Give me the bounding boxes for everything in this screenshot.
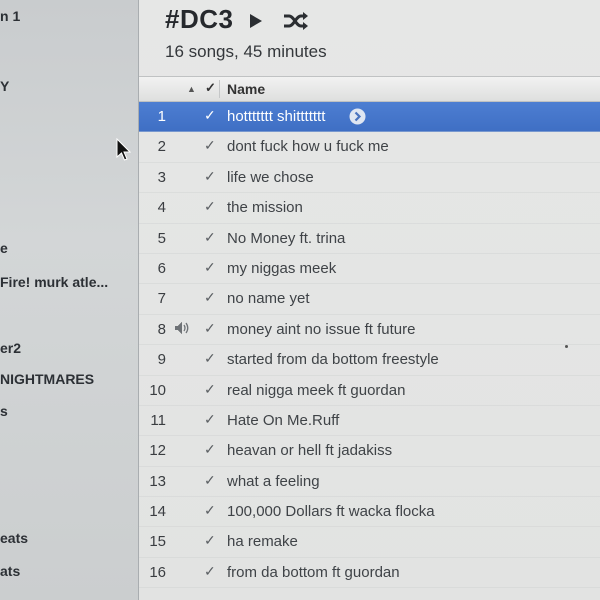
table-row[interactable]: 9 ✓ started from da bottom freestyle [139,345,600,376]
column-name[interactable]: Name [227,81,265,97]
check-icon[interactable]: ✓ [204,441,216,458]
sidebar-item[interactable]: e [0,240,8,256]
track-number: 8 [157,320,166,338]
arrow-circle-icon[interactable] [349,108,366,125]
sidebar-item[interactable]: Fire! murk atle... [0,274,108,290]
song-title: the mission [227,199,303,217]
table-row[interactable]: 16 ✓ from da bottom ft guordan [139,558,600,589]
check-icon[interactable]: ✓ [204,168,216,185]
song-title: 100,000 Dollars ft wacka flocka [227,503,435,521]
track-number: 3 [157,168,166,186]
song-title: my niggas meek [227,259,337,277]
track-number: 10 [149,381,166,399]
sidebar-item[interactable]: NIGHTMARES [0,371,94,387]
track-number: 15 [149,533,166,551]
column-header: ▲ ✓ Name [139,76,600,102]
song-title: No Money ft. trina [227,229,346,247]
table-row[interactable]: 4 ✓ the mission [139,193,600,224]
track-number: 14 [149,503,166,521]
table-row[interactable]: 2 ✓ dont fuck how u fuck me [139,132,600,163]
track-number: 2 [157,138,166,156]
track-number: 9 [157,351,166,369]
song-title: Hate On Me.Ruff [227,411,340,429]
table-row[interactable]: 5 ✓ No Money ft. trina [139,224,600,254]
table-row[interactable]: 11 ✓ Hate On Me.Ruff [139,406,600,437]
song-title: started from da bottom freestyle [227,351,439,369]
table-row[interactable]: 13 ✓ what a feeling [139,467,600,498]
song-title: dont fuck how u fuck me [227,138,389,156]
column-divider [219,80,220,98]
sidebar-item[interactable]: n 1 [0,8,20,24]
check-icon[interactable]: ✓ [204,411,216,428]
column-check[interactable]: ✓ [205,80,216,96]
main-pane: #DC3 16 songs, 45 minutes ▲ ✓ Name 1 ✓ h… [139,0,600,600]
song-title: ha remake [227,533,298,551]
song-title: what a feeling [227,472,320,490]
check-icon[interactable]: ✓ [204,563,216,580]
sidebar: n 1 Y e Fire! murk atle... er2 NIGHTMARE… [0,0,139,600]
playlist-title: #DC3 [165,4,234,34]
check-icon[interactable]: ✓ [204,350,216,367]
check-icon[interactable]: ✓ [204,320,216,337]
playlist-header: #DC3 16 songs, 45 minutes [139,0,600,72]
track-number: 4 [157,199,166,217]
check-icon[interactable]: ✓ [204,289,216,306]
speaker-icon [174,321,190,340]
table-row[interactable]: 12 ✓ heavan or hell ft jadakiss [139,436,600,467]
track-number: 16 [149,563,166,581]
check-icon[interactable]: ✓ [204,107,216,124]
check-icon[interactable]: ✓ [204,137,216,154]
check-icon[interactable]: ✓ [204,532,216,549]
sidebar-item[interactable]: eats [0,530,28,546]
table-row[interactable]: 1 ✓ hottttttt shittttttt [139,102,600,133]
song-list: 1 ✓ hottttttt shittttttt 2 ✓ dont fuck h… [139,102,600,589]
shuffle-icon[interactable] [283,11,309,36]
check-icon[interactable]: ✓ [204,472,216,489]
play-icon[interactable] [249,13,263,34]
table-row[interactable]: 6 ✓ my niggas meek [139,254,600,285]
song-title: life we chose [227,168,314,186]
mouse-pointer-icon [116,137,132,167]
song-title: no name yet [227,290,310,308]
table-row[interactable]: 15 ✓ ha remake [139,527,600,558]
song-title: real nigga meek ft guordan [227,381,406,399]
sort-ascending-icon[interactable]: ▲ [187,84,196,94]
song-title: heavan or hell ft jadakiss [227,442,393,460]
sidebar-item[interactable]: Y [0,78,9,94]
song-title: from da bottom ft guordan [227,563,400,581]
check-icon[interactable]: ✓ [204,259,216,276]
track-number: 7 [157,290,166,308]
check-icon[interactable]: ✓ [204,502,216,519]
track-number: 1 [157,108,166,125]
song-title: money aint no issue ft future [227,320,416,338]
screen-speck [565,345,568,348]
track-number: 6 [157,259,166,277]
song-title: hottttttt shittttttt [227,108,326,125]
check-icon[interactable]: ✓ [204,381,216,398]
table-row[interactable]: 3 ✓ life we chose [139,163,600,194]
playlist-summary: 16 songs, 45 minutes [165,42,327,61]
table-row[interactable]: 7 ✓ no name yet [139,284,600,315]
check-icon[interactable]: ✓ [204,198,216,215]
table-row[interactable]: 10 ✓ real nigga meek ft guordan [139,376,600,406]
sidebar-item[interactable]: ats [0,563,20,579]
check-icon[interactable]: ✓ [204,229,216,246]
track-number: 12 [149,442,166,460]
track-number: 13 [149,472,166,490]
track-number: 5 [157,229,166,247]
sidebar-item[interactable]: s [0,403,8,419]
track-number: 11 [150,411,166,429]
table-row[interactable]: 14 ✓ 100,000 Dollars ft wacka flocka [139,497,600,528]
sidebar-item[interactable]: er2 [0,340,21,356]
table-row[interactable]: 8 ✓ money aint no issue ft future [139,315,600,346]
